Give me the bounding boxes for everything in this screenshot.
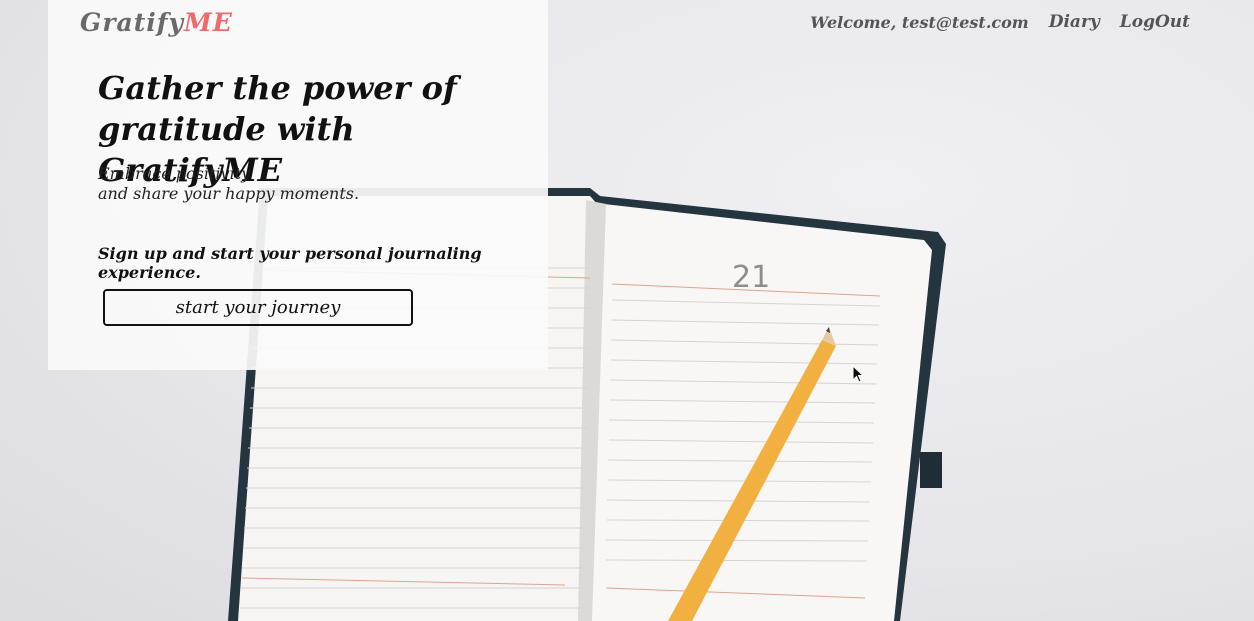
welcome-user-text: Welcome, test@test.com [810, 12, 1029, 32]
hero-subtitle: Embrace positivity and share your happy … [98, 164, 478, 204]
brand-logo[interactable]: GratifyME [80, 8, 233, 37]
brand-logo-accent: ME [184, 8, 233, 37]
notebook-tab [920, 452, 942, 488]
start-journey-button[interactable]: start your journey [103, 289, 413, 326]
hero-subtitle-line-2: and share your happy moments. [98, 184, 360, 203]
hero-subtitle-line-1: Embrace positivity [98, 164, 251, 183]
top-nav: Welcome, test@test.com Diary LogOut [810, 12, 1190, 32]
nav-diary-link[interactable]: Diary [1049, 12, 1100, 32]
notebook-date-number: 21 [732, 260, 770, 295]
nav-logout-link[interactable]: LogOut [1120, 12, 1190, 32]
brand-logo-prefix: Gratify [80, 8, 185, 37]
hero-card: GratifyME Gather the power of gratitude … [48, 0, 548, 370]
hero-signup-text: Sign up and start your personal journali… [98, 244, 482, 282]
mouse-cursor-icon [852, 364, 866, 389]
